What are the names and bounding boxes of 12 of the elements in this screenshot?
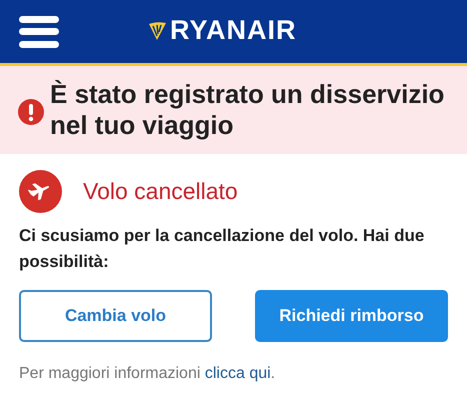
action-button[interactable]: Cambia volo — [19, 290, 212, 342]
action-button[interactable]: Richiedi rimborso — [255, 290, 448, 342]
menu-icon[interactable] — [19, 16, 59, 48]
logo-text: RYANAIR — [170, 17, 297, 44]
notice-message: Ci scusiamo per la cancellazione del volo. Hai due possibilità: — [19, 225, 426, 273]
more-info-text: Per maggiori informazioni clicca qui. — [19, 364, 276, 384]
more-info-link[interactable]: clicca qui — [204, 365, 271, 382]
harp-logo-icon — [148, 20, 167, 40]
exclamation-icon — [18, 99, 44, 125]
airplane-icon — [19, 170, 62, 213]
alert-title: È stato registrato un disservizio nel tuo viaggio — [50, 79, 446, 141]
notice-title: Volo cancellato — [83, 177, 238, 206]
